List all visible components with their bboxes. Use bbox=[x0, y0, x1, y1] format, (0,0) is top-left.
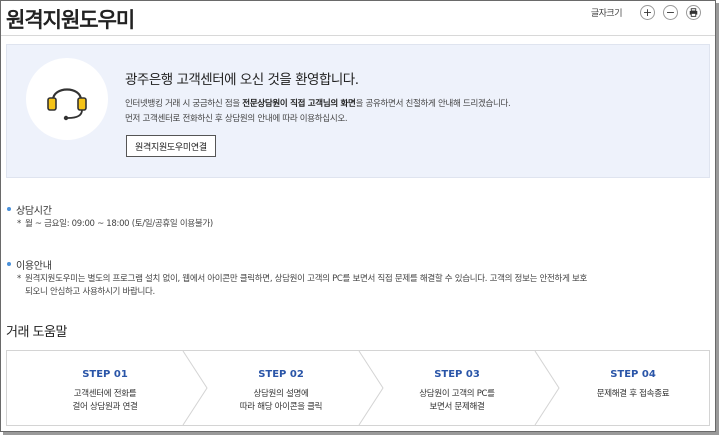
step-3-line1: 상담원이 고객의 PC를 bbox=[419, 389, 495, 399]
step-2: STEP 02 상담원의 설명에 따라 해당 아이콘을 클릭 bbox=[193, 351, 369, 425]
step-3-line2: 보면서 문제해결 bbox=[429, 402, 485, 412]
steps-panel: STEP 01 고객센터에 전화를 걸어 상담원과 연결 STEP 02 상담원… bbox=[6, 350, 710, 426]
step-4-line1: 문제해결 후 접속종료 bbox=[596, 389, 670, 399]
hours-star: * bbox=[17, 219, 21, 229]
welcome-desc-highlight: 전문상담원이 직접 고객님의 화면 bbox=[242, 99, 356, 109]
step-2-desc: 상담원의 설명에 따라 해당 아이콘을 클릭 bbox=[193, 388, 369, 414]
usage-bullet bbox=[7, 262, 11, 266]
font-decrease-button[interactable]: − bbox=[663, 5, 678, 20]
step-1: STEP 01 고객센터에 전화를 걸어 상담원과 연결 bbox=[17, 351, 193, 425]
step-3-desc: 상담원이 고객의 PC를 보면서 문제해결 bbox=[369, 388, 545, 414]
welcome-desc-suffix: 을 공유하면서 친절하게 안내해 드리겠습니다. bbox=[355, 99, 511, 109]
step-2-line1: 상담원의 설명에 bbox=[253, 389, 309, 399]
toolbar: 글자크기 + − bbox=[591, 5, 701, 20]
step-4: STEP 04 문제해결 후 접속종료 bbox=[545, 351, 720, 425]
remote-support-connect-button[interactable]: 원격지원도우미연결 bbox=[126, 135, 216, 157]
hours-body: 월 ~ 금요일: 09:00 ~ 18:00 (토/일/공휴일 이용불가) bbox=[25, 219, 213, 229]
help-title: 거래 도움말 bbox=[6, 325, 67, 340]
window-frame: 원격지원도우미 글자크기 + − 광주은행 고객센터에 오신 것을 환영합니다.… bbox=[0, 0, 716, 432]
usage-star: * bbox=[17, 274, 21, 284]
step-4-title: STEP 04 bbox=[610, 369, 656, 380]
welcome-heading: 광주은행 고객센터에 오신 것을 환영합니다. bbox=[125, 72, 359, 88]
usage-body-1: 원격지원도우미는 별도의 프로그램 설치 없이, 웹에서 아이콘만 클릭하면, … bbox=[25, 274, 588, 284]
usage-body-2: 되오니 안심하고 사용하시기 바랍니다. bbox=[25, 287, 155, 297]
step-4-desc: 문제해결 후 접속종료 bbox=[545, 388, 720, 401]
headset-avatar bbox=[26, 58, 108, 140]
step-1-line2: 걸어 상담원과 연결 bbox=[72, 402, 138, 412]
print-button[interactable] bbox=[686, 5, 701, 20]
hours-title: 상담시간 bbox=[16, 206, 52, 217]
usage-text: * 원격지원도우미는 별도의 프로그램 설치 없이, 웹에서 아이콘만 클릭하면… bbox=[17, 273, 707, 299]
hours-bullet bbox=[7, 207, 11, 211]
step-1-line1: 고객센터에 전화를 bbox=[73, 389, 137, 399]
step-2-line2: 따라 해당 아이콘을 클릭 bbox=[239, 402, 323, 412]
usage-title: 이용안내 bbox=[16, 261, 52, 272]
step-2-title: STEP 02 bbox=[258, 369, 304, 380]
title-divider bbox=[1, 35, 715, 36]
headset-icon bbox=[47, 88, 87, 121]
font-increase-button[interactable]: + bbox=[640, 5, 655, 20]
print-icon bbox=[689, 8, 698, 17]
welcome-description-1: 인터넷뱅킹 거래 시 궁금하신 점을 전문상담원이 직접 고객님의 화면을 공유… bbox=[125, 97, 511, 109]
font-size-label: 글자크기 bbox=[590, 9, 623, 19]
welcome-description-2: 먼저 고객센터로 전화하신 후 상담원의 안내에 따라 이용하십시오. bbox=[125, 114, 348, 124]
step-1-desc: 고객센터에 전화를 걸어 상담원과 연결 bbox=[17, 388, 193, 414]
hours-text: * 월 ~ 금요일: 09:00 ~ 18:00 (토/일/공휴일 이용불가) bbox=[17, 218, 213, 231]
step-1-title: STEP 01 bbox=[82, 369, 128, 380]
welcome-panel: 광주은행 고객센터에 오신 것을 환영합니다. 인터넷뱅킹 거래 시 궁금하신 … bbox=[6, 44, 710, 178]
step-3: STEP 03 상담원이 고객의 PC를 보면서 문제해결 bbox=[369, 351, 545, 425]
step-3-title: STEP 03 bbox=[434, 369, 480, 380]
page-title: 원격지원도우미 bbox=[6, 8, 135, 32]
welcome-desc-prefix: 인터넷뱅킹 거래 시 궁금하신 점을 bbox=[125, 99, 243, 109]
